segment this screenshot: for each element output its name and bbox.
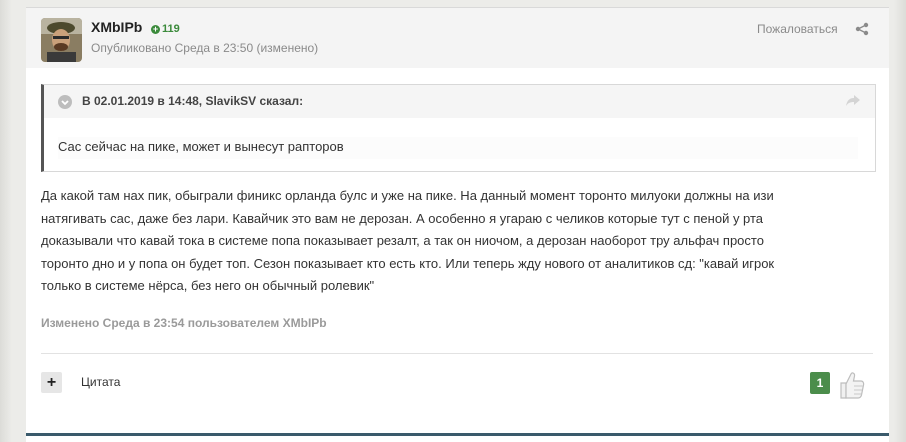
forum-post: XMbIPb + 119 Опубликовано Среда в 23:50 …	[26, 7, 889, 442]
quote-header: В 02.01.2019 в 14:48, SlavikSV сказал:	[44, 85, 875, 118]
post-header: XMbIPb + 119 Опубликовано Среда в 23:50 …	[26, 7, 889, 68]
avatar[interactable]	[41, 18, 82, 62]
content-line: только в системе нёрса, без него он обыч…	[41, 278, 375, 294]
divider	[41, 353, 873, 354]
thumbs-up-icon[interactable]	[833, 368, 867, 402]
plus-circle-icon: +	[151, 23, 160, 34]
reply-share-icon[interactable]	[845, 93, 861, 107]
author-name[interactable]: XMbIPb	[91, 19, 142, 35]
edited-note: Изменено Среда в 23:54 пользователем XMb…	[41, 316, 327, 330]
reputation-count: 119	[162, 23, 180, 35]
quote-text: Сас сейчас на пике, может и вынесут рапт…	[58, 137, 858, 159]
like-count-badge: 1	[810, 372, 830, 394]
quote-button[interactable]: Цитата	[81, 375, 120, 389]
report-link[interactable]: Пожаловаться	[757, 22, 838, 36]
quote-block: В 02.01.2019 в 14:48, SlavikSV сказал: С…	[41, 84, 876, 172]
content-line: торонто дно и у попа он будет топ. Сезон…	[41, 255, 775, 271]
quote-citation: В 02.01.2019 в 14:48, SlavikSV сказал:	[82, 94, 304, 108]
content-line: Да какой там нах пик, обыграли финикс ор…	[41, 188, 774, 203]
post-separator	[26, 433, 889, 436]
content-line: натягивать сас, даже без лари. Кавайчик …	[41, 210, 764, 226]
post-content: Да какой там нах пик, обыграли финикс ор…	[41, 185, 871, 298]
post-meta: Опубликовано Среда в 23:50 (изменено)	[91, 41, 319, 55]
chevron-down-icon[interactable]	[58, 95, 72, 109]
multiquote-add-button[interactable]: +	[41, 372, 62, 393]
reputation-badge: + 119	[151, 23, 180, 35]
share-icon[interactable]	[855, 22, 869, 36]
content-line: доказывали что кавай тока в системе попа…	[41, 233, 764, 249]
